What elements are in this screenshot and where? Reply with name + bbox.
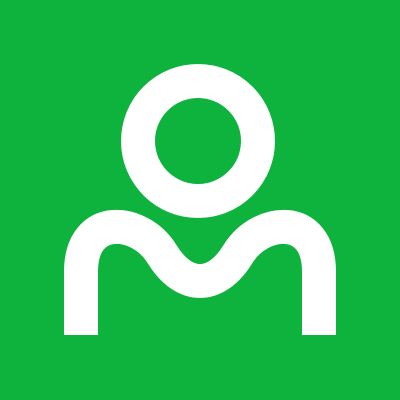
app-logo-tile <box>0 0 400 400</box>
person-icon <box>0 0 400 400</box>
